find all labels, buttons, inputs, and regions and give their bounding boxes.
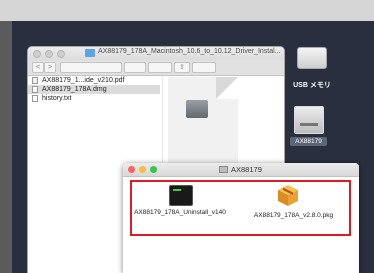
finder-titlebar[interactable]: AX88179_178A_Macintosh_10.6_to_10.12_Dri… <box>28 47 284 60</box>
dmg-file-icon <box>32 86 38 93</box>
file-preview <box>168 77 238 169</box>
file-list: AX88179_1...ide_v210.pdf AX88179_178A.dm… <box>28 76 160 103</box>
zoom-button[interactable] <box>57 50 65 58</box>
text-file-icon <box>32 95 38 102</box>
menu-bar <box>0 0 374 21</box>
folder-icon <box>85 49 95 57</box>
disk-icon <box>219 166 228 173</box>
minimize-button[interactable] <box>139 166 146 173</box>
window-title: AX88179_178A_Macintosh_10.6_to_10.12_Dri… <box>98 48 281 55</box>
left-panel-edge <box>0 21 12 273</box>
share-button[interactable]: ⇧ <box>174 62 190 73</box>
minimize-button[interactable] <box>45 50 53 58</box>
mounted-disk-label[interactable]: AX88179 <box>290 137 327 146</box>
package-icon[interactable] <box>277 183 299 207</box>
mounted-volume-window: AX88179 AX88179_178A_Uninstall_v140 AX88… <box>123 163 359 273</box>
forward-button[interactable]: > <box>44 62 56 73</box>
installer-package-label[interactable]: AX88179_178A_v2.8.0.pkg <box>241 212 346 219</box>
close-button[interactable] <box>33 50 41 58</box>
usb-drive-icon[interactable] <box>297 47 327 69</box>
terminal-script-icon[interactable] <box>169 185 193 206</box>
list-item[interactable]: history.txt <box>28 94 160 103</box>
back-button[interactable]: < <box>32 62 44 73</box>
uninstall-script-label[interactable]: AX88179_178A_Uninstall_v140 <box>130 208 230 217</box>
view-mode-switch[interactable] <box>60 62 122 73</box>
list-item[interactable]: AX88179_1...ide_v210.pdf <box>28 76 160 85</box>
window-controls <box>128 166 157 173</box>
arrange-button[interactable] <box>124 62 146 73</box>
window-controls <box>33 50 65 58</box>
finder-toolbar: < > ⇧ <box>28 60 284 76</box>
close-button[interactable] <box>128 166 135 173</box>
usb-drive-label[interactable]: USB メモリ <box>287 80 337 90</box>
list-item[interactable]: AX88179_178A.dmg <box>28 85 160 94</box>
window-title: AX88179 <box>231 165 262 174</box>
pdf-file-icon <box>32 77 38 84</box>
zoom-button[interactable] <box>150 166 157 173</box>
action-gear-button[interactable] <box>148 62 172 73</box>
mounted-disk-icon[interactable] <box>294 106 324 134</box>
tags-button[interactable] <box>192 62 216 73</box>
volume-titlebar[interactable]: AX88179 <box>123 163 359 177</box>
disk-image-preview-icon <box>186 100 208 118</box>
